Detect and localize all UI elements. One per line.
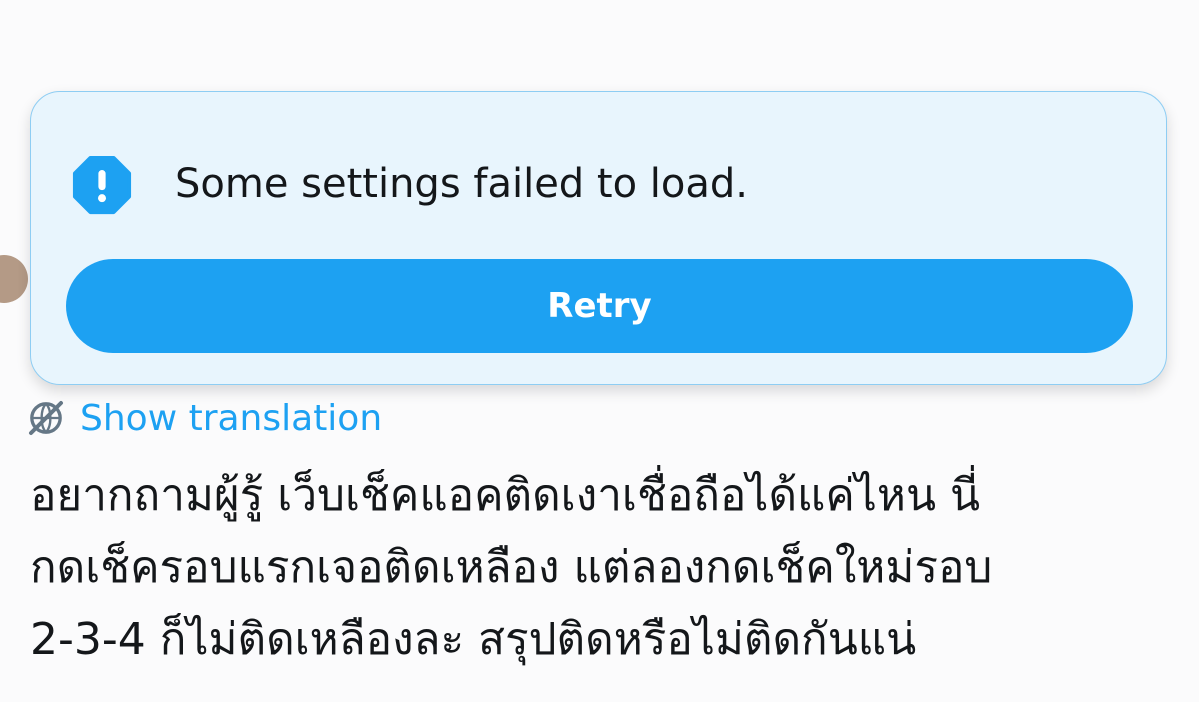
error-message: Some settings failed to load. [175,161,748,207]
tweet-text-line: อยากถามผู้รู้ เว็บเช็คแอคติดเงาเชื่อถือไ… [30,470,981,521]
retry-button[interactable]: Retry [66,259,1133,353]
show-translation-link[interactable]: Show translation [80,398,382,439]
tweet-text-line: 2-3-4 ก็ไม่ติดเหลืองละ สรุปติดหรือไม่ติด… [30,614,917,665]
alert-octagon-icon [72,155,132,215]
error-card: Some settings failed to load. Retry [30,91,1167,385]
tweet-text-line: กดเช็ครอบแรกเจอติดเหลือง แต่ลองกดเช็คใหม… [30,542,993,593]
show-translation-row[interactable]: Show translation [26,392,382,444]
globe-off-icon [29,401,63,435]
avatar[interactable] [0,255,28,303]
tweet-text: อยากถามผู้รู้ เว็บเช็คแอคติดเงาเชื่อถือไ… [30,460,1190,676]
